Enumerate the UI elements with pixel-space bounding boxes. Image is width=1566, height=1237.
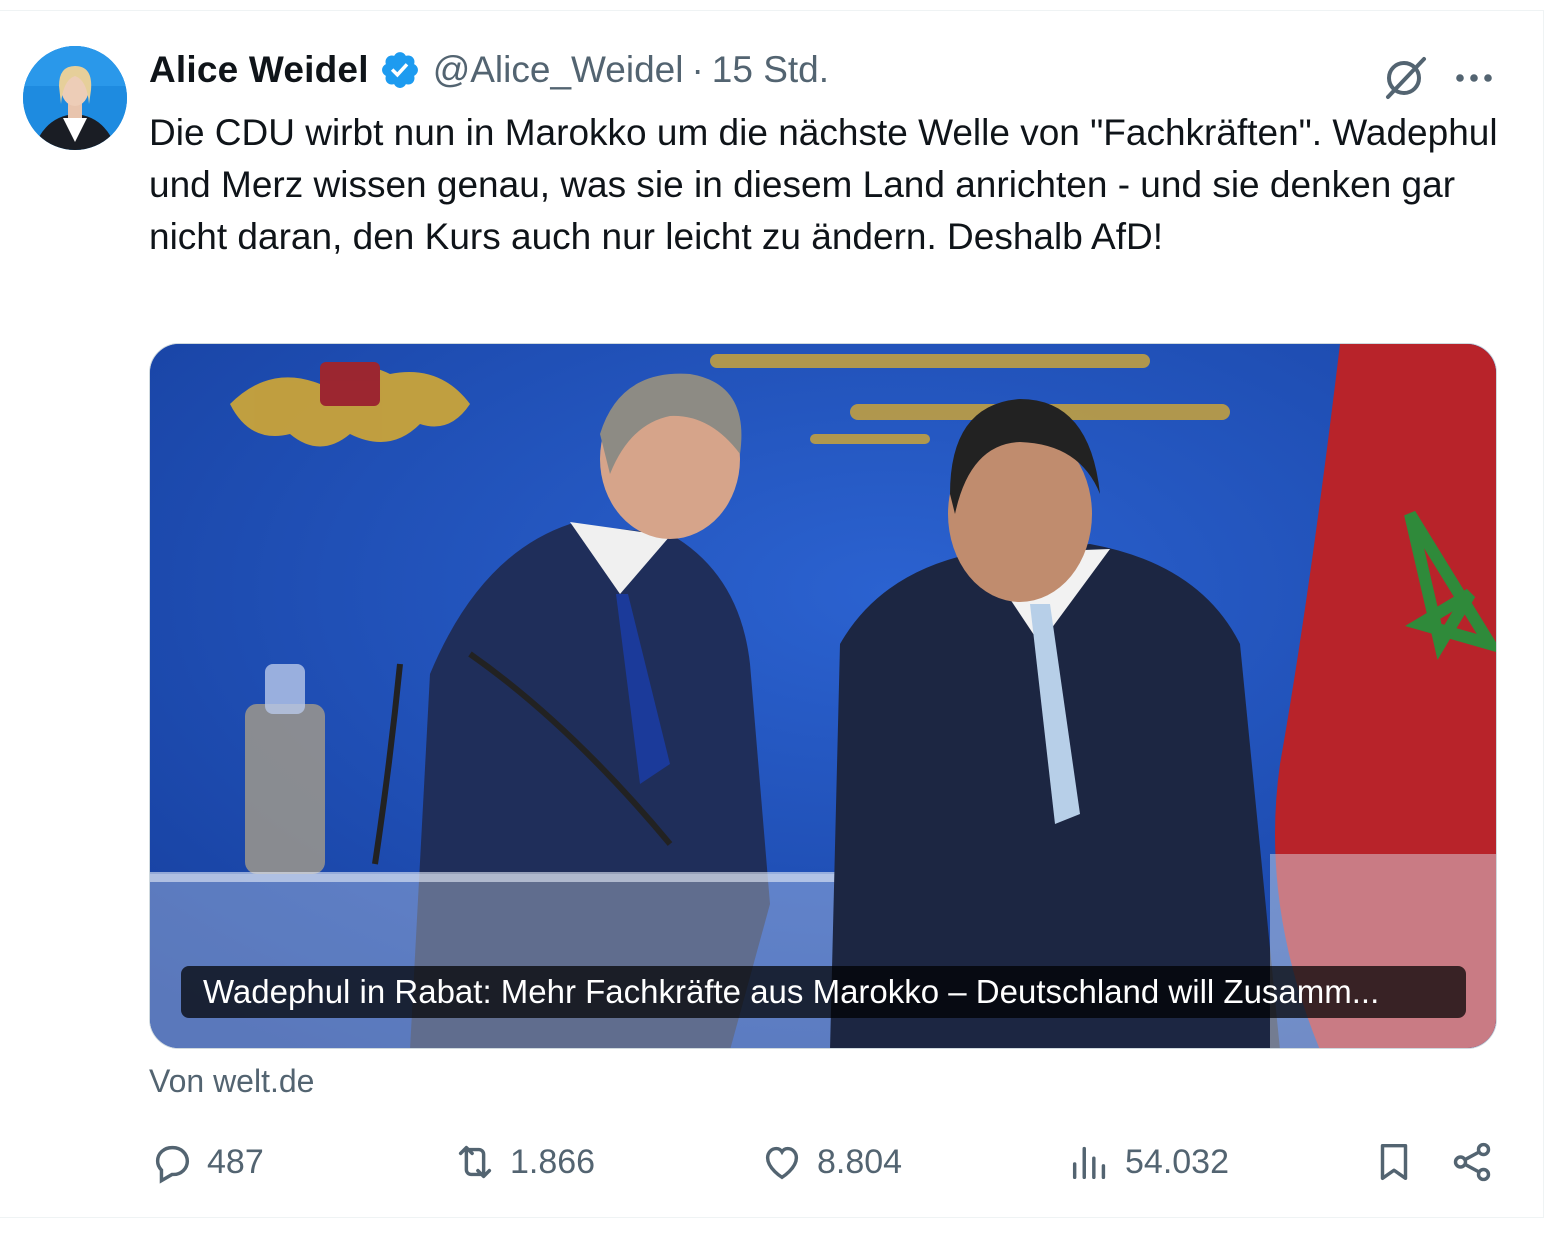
card-caption[interactable]: Wadephul in Rabat: Mehr Fachkräfte aus M… [181, 966, 1466, 1018]
reply-count: 487 [207, 1142, 264, 1181]
tweet-text: Die CDU wirbt nun in Marokko um die näch… [149, 112, 1498, 257]
like-count: 8.804 [817, 1142, 903, 1181]
repost-button[interactable]: 1.866 [452, 1133, 595, 1191]
action-bar: 487 1.866 8.804 54.032 [149, 1133, 1499, 1191]
reply-button[interactable]: 487 [149, 1133, 264, 1191]
like-icon [765, 1146, 799, 1180]
like-button[interactable]: 8.804 [759, 1133, 902, 1191]
views-button[interactable]: 54.032 [1067, 1133, 1229, 1191]
share-icon [1453, 1142, 1491, 1182]
link-card[interactable]: Wadephul in Rabat: Mehr Fachkräfte aus M… [149, 343, 1497, 1049]
tweet-timestamp[interactable]: 15 Std. [712, 49, 829, 91]
verified-badge-icon[interactable] [379, 49, 421, 91]
avatar-image [23, 46, 127, 150]
more-icon[interactable] [1452, 56, 1496, 100]
bookmark-icon [1380, 1143, 1408, 1181]
header-separator: · [691, 49, 704, 90]
tweet-card[interactable]: Alice Weidel @Alice_Weidel · 15 Std. Die… [0, 10, 1544, 1218]
card-source[interactable]: Von welt.de [149, 1063, 314, 1100]
repost-icon [458, 1145, 492, 1179]
grok-icon[interactable] [1380, 51, 1430, 101]
card-image [150, 344, 1496, 1048]
reply-icon [155, 1145, 190, 1184]
author-display-name[interactable]: Alice Weidel [149, 49, 369, 91]
repost-count: 1.866 [510, 1142, 596, 1181]
views-icon [1072, 1146, 1106, 1180]
bookmark-button[interactable] [1371, 1133, 1417, 1191]
author-handle[interactable]: @Alice_Weidel [433, 49, 684, 91]
author-avatar[interactable] [23, 46, 127, 150]
share-button[interactable] [1449, 1133, 1495, 1191]
views-count: 54.032 [1125, 1142, 1229, 1181]
tweet-header: Alice Weidel @Alice_Weidel · 15 Std. [149, 45, 829, 95]
